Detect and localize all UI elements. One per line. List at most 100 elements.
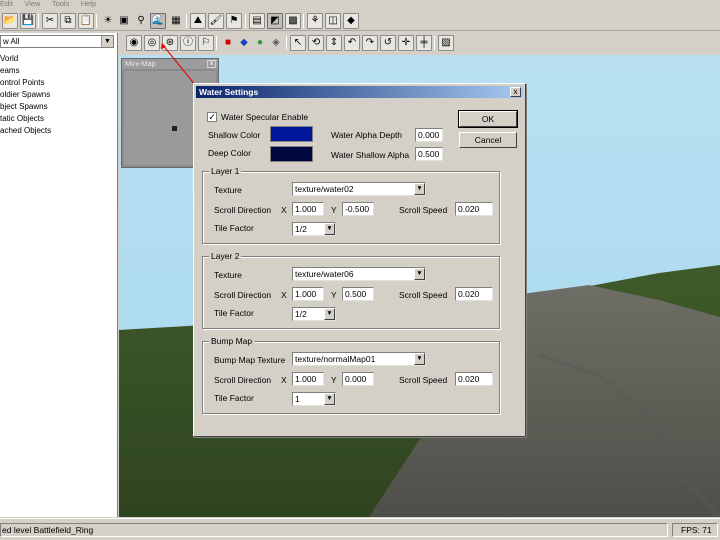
bump-texture-label: Bump Map Texture	[214, 355, 286, 365]
tree-item-teams[interactable]: eams	[0, 65, 116, 77]
save-icon[interactable]: 💾	[20, 13, 36, 29]
copy-icon[interactable]: ⧉	[60, 13, 76, 29]
toolbar-separator	[38, 14, 39, 28]
specular-checkbox[interactable]: ✓	[207, 112, 217, 122]
chevron-down-icon[interactable]: ▼	[324, 223, 335, 235]
move-icon[interactable]: ✛	[398, 35, 414, 51]
layer1-speed-input[interactable]: 0.020	[455, 202, 493, 216]
tree-item-attached-objects[interactable]: ached Objects	[0, 125, 116, 137]
cube-pink-icon[interactable]: ◈	[268, 35, 284, 51]
layer1-texture-value: texture/water02	[295, 184, 354, 194]
bump-x-input[interactable]: 1.000	[292, 372, 324, 386]
menu-view[interactable]: View	[24, 0, 40, 8]
tree-item-world[interactable]: Vorld	[0, 53, 116, 65]
flag-icon[interactable]: ⚐	[198, 35, 214, 51]
tree-item-control-points[interactable]: ontrol Points	[0, 77, 116, 89]
stamp-icon[interactable]: ⚑	[226, 13, 242, 29]
menu-edit[interactable]: Edit	[0, 0, 13, 8]
bump-y-label: Y	[331, 375, 337, 385]
layer1-x-label: X	[281, 205, 287, 215]
paint-icon[interactable]: 🖌	[208, 13, 224, 29]
layer2-texture-value: texture/water06	[295, 269, 354, 279]
deep-color-label: Deep Color	[208, 148, 251, 158]
texture-icon[interactable]: ◩	[267, 13, 283, 29]
layer1-x-input[interactable]: 1.000	[292, 202, 324, 216]
bump-speed-label: Scroll Speed	[399, 375, 448, 385]
layer2-y-input[interactable]: 0.500	[342, 287, 374, 301]
sphere-green-icon[interactable]: ●	[252, 35, 268, 51]
shallow-alpha-input[interactable]: 0.500	[415, 147, 443, 161]
layer1-y-input[interactable]: -0.500	[342, 202, 374, 216]
layer2-tile-select[interactable]: 1/2 ▼	[292, 307, 336, 321]
light-icon[interactable]: ☀	[100, 13, 116, 29]
close-icon[interactable]: x	[207, 60, 216, 68]
water-settings-dialog: Water Settings x ✓ Water Specular Enable…	[193, 83, 526, 437]
open-icon[interactable]: 📂	[2, 13, 18, 29]
layer2-speed-input[interactable]: 0.020	[455, 287, 493, 301]
cancel-button[interactable]: Cancel	[459, 132, 517, 148]
scale-icon[interactable]: ⇕	[326, 35, 342, 51]
rotate-icon[interactable]: ⟲	[308, 35, 324, 51]
redo-icon[interactable]: ↷	[362, 35, 378, 51]
tree-item-static-objects[interactable]: tatic Objects	[0, 113, 116, 125]
chevron-down-icon[interactable]: ▼	[414, 268, 425, 280]
terrain-icon[interactable]: ⛰	[190, 13, 206, 29]
chevron-down-icon[interactable]: ▼	[324, 393, 335, 405]
close-button[interactable]: x	[510, 87, 521, 97]
chevron-down-icon[interactable]: ▼	[414, 183, 425, 195]
green-grid-icon[interactable]: ▩	[285, 13, 301, 29]
tree-icon[interactable]: ⚲	[133, 13, 149, 29]
bump-map-group: Bump Map Bump Map Texture texture/normal…	[202, 336, 500, 414]
layer1-group: Layer 1 Texture texture/water02 ▼ Scroll…	[202, 166, 500, 244]
layer2-texture-select[interactable]: texture/water06 ▼	[292, 267, 426, 281]
dialog-title-bar[interactable]: Water Settings x	[196, 86, 523, 98]
water-icon[interactable]: 🌊	[150, 13, 166, 29]
image-icon[interactable]: ▨	[438, 35, 454, 51]
chevron-down-icon[interactable]: ▼	[324, 308, 335, 320]
grid-view-icon[interactable]: ▤	[249, 13, 265, 29]
cube-blue-icon[interactable]: ◆	[236, 35, 252, 51]
filter-dropdown[interactable]: w All ▼	[0, 35, 114, 48]
menu-help[interactable]: Help	[81, 0, 96, 8]
check-icon: ✓	[208, 112, 216, 122]
ok-button[interactable]: OK	[459, 111, 517, 127]
chevron-down-icon[interactable]: ▼	[414, 353, 425, 365]
grid-icon[interactable]: ▦	[168, 13, 184, 29]
snap-icon[interactable]: ╪	[416, 35, 432, 51]
cube-red-icon[interactable]: ■	[220, 35, 236, 51]
chevron-down-icon[interactable]: ▼	[101, 36, 113, 47]
split-icon[interactable]: ◫	[325, 13, 341, 29]
globe-icon[interactable]: ◉	[126, 35, 142, 51]
paste-icon[interactable]: 📋	[78, 13, 94, 29]
toolbar-separator	[216, 36, 217, 50]
bump-tile-value: 1	[295, 394, 300, 404]
cut-icon[interactable]: ✂	[42, 13, 58, 29]
layer2-x-input[interactable]: 1.000	[292, 287, 324, 301]
tree-item-soldier-spawns[interactable]: oldier Spawns	[0, 89, 116, 101]
layer2-scroll-label: Scroll Direction	[214, 290, 272, 300]
undo-icon[interactable]: ↶	[344, 35, 360, 51]
rotate-left-icon[interactable]: ↺	[380, 35, 396, 51]
layer1-tile-select[interactable]: 1/2 ▼	[292, 222, 336, 236]
layer1-y-label: Y	[331, 205, 337, 215]
shallow-color-swatch[interactable]	[270, 126, 313, 142]
toolbar-separator	[286, 36, 287, 50]
layer2-x-label: X	[281, 290, 287, 300]
group-icon[interactable]: ⚘	[307, 13, 323, 29]
bump-texture-select[interactable]: texture/normalMap01 ▼	[292, 352, 426, 366]
deep-color-swatch[interactable]	[270, 146, 313, 162]
layer1-texture-select[interactable]: texture/water02 ▼	[292, 182, 426, 196]
target-icon[interactable]: ⊛	[162, 35, 178, 51]
bump-tile-select[interactable]: 1 ▼	[292, 392, 336, 406]
globe2-icon[interactable]: ◎	[144, 35, 160, 51]
menu-tools[interactable]: Tools	[52, 0, 70, 8]
layer1-texture-label: Texture	[214, 185, 242, 195]
bump-y-input[interactable]: 0.000	[342, 372, 374, 386]
select-arrow-icon[interactable]: ↖	[290, 35, 306, 51]
object-icon[interactable]: ◆	[343, 13, 359, 29]
alpha-depth-input[interactable]: 0.000	[415, 128, 443, 142]
window-icon[interactable]: ▣	[116, 13, 132, 29]
bump-speed-input[interactable]: 0.020	[455, 372, 493, 386]
tree-item-object-spawns[interactable]: bject Spawns	[0, 101, 116, 113]
info-icon[interactable]: ⓘ	[180, 35, 196, 51]
